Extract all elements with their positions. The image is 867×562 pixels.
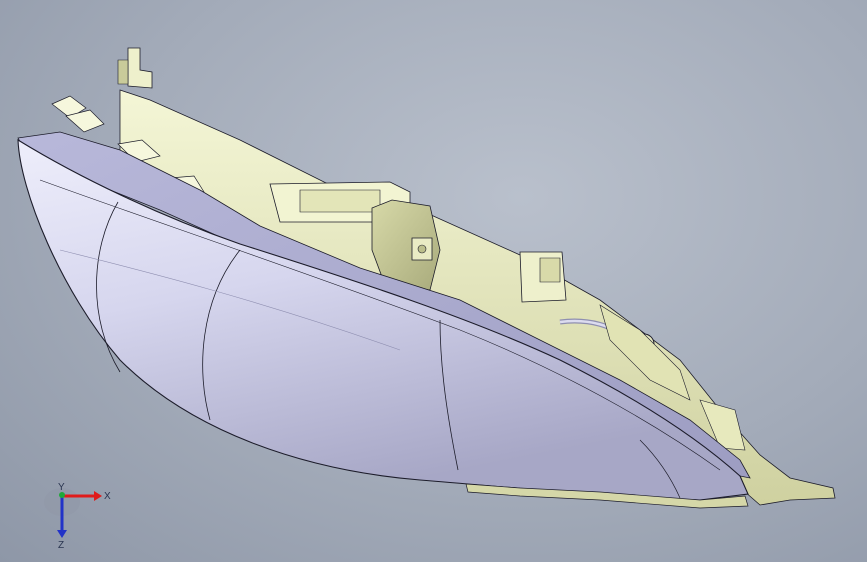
z-axis-label: Z [58,540,64,551]
z-axis-head [57,530,67,538]
3d-viewport[interactable]: X Y Z [0,0,867,562]
y-axis-label: Y [58,482,65,493]
orientation-triad: X Y Z [44,482,111,551]
x-axis-label: X [104,491,111,502]
headlamp-model[interactable] [0,0,867,562]
x-axis-head [94,491,102,501]
